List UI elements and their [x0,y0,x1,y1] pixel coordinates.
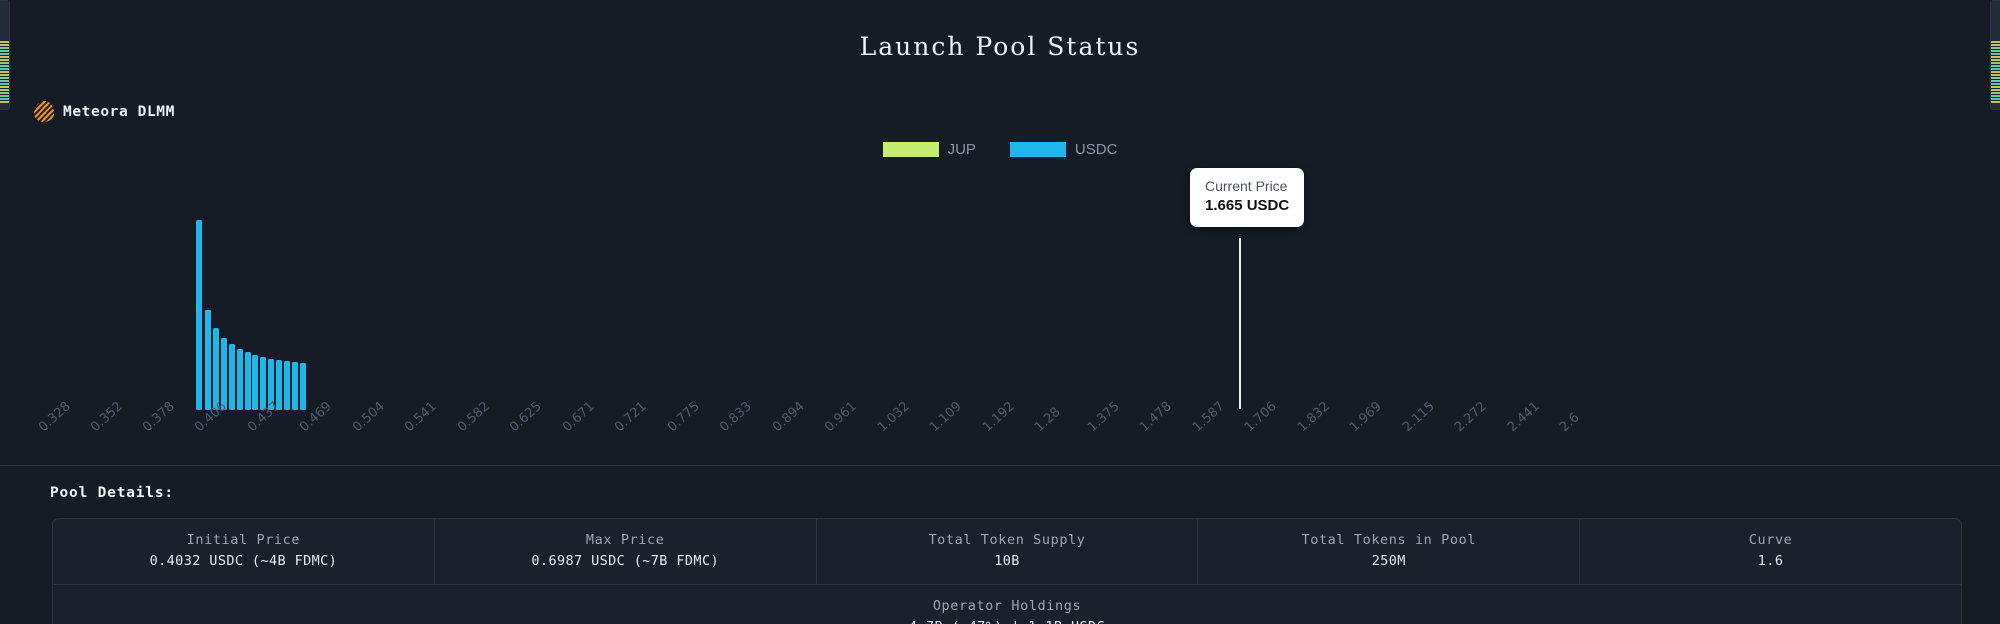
chart-bar[interactable] [245,352,251,410]
x-axis: 0.3280.3520.3780.4060.4370.4690.5040.541… [0,410,2000,464]
pool-details-table: Initial Price 0.4032 USDC (~4B FDMC) Max P… [52,518,1962,624]
table-cell: Max Price 0.6987 USDC (~7B FDMC) [434,519,816,584]
cell-label: Curve [1588,531,1953,550]
chart-bar[interactable] [213,328,219,410]
current-price-value: 1.665 USDC [1205,196,1289,216]
chart-bar[interactable] [205,310,211,410]
cell-value: 250M [1206,552,1571,571]
meteora-logo-icon [33,100,54,122]
cell-label: Total Tokens in Pool [1206,531,1571,550]
current-price-label: Current Price [1205,177,1289,196]
axis-separator [0,465,2000,466]
chart-bar[interactable] [237,349,243,410]
brand-badge: Meteora DLMM [34,101,175,122]
table-cell: Curve 1.6 [1579,519,1961,584]
table-cell: Total Token Supply 10B [816,519,1198,584]
table-row: Operator Holdings 4.7B (~47%) | 1.1B USDC [53,584,1961,624]
brand-label: Meteora DLMM [63,104,175,120]
page-title: Launch Pool Status [0,32,2000,61]
current-price-tooltip: Current Price 1.665 USDC [1190,168,1304,227]
table-cell: Total Tokens in Pool 250M [1197,519,1579,584]
chart-bar[interactable] [284,361,290,410]
chart-bar[interactable] [196,220,202,410]
table-row: Initial Price 0.4032 USDC (~4B FDMC) Max P… [53,519,1961,584]
chart-bar[interactable] [292,362,298,410]
chart-bar[interactable] [229,344,235,410]
x-axis-tick: 2.6 [1557,410,1582,435]
chart-bar[interactable] [221,338,227,410]
cell-label: Operator Holdings [61,597,1953,616]
x-axis-tick: 1.28 [1032,405,1064,436]
bar-chart-plot [0,155,2000,410]
cell-label: Total Token Supply [825,531,1190,550]
chart-bar[interactable] [260,357,266,410]
table-cell: Operator Holdings 4.7B (~47%) | 1.1B USDC [53,585,1961,624]
cell-label: Initial Price [61,531,426,550]
table-cell: Initial Price 0.4032 USDC (~4B FDMC) [53,519,434,584]
pool-details-heading: Pool Details: [50,485,174,501]
chart-bar[interactable] [300,363,306,410]
cell-value: 0.4032 USDC (~4B FDMC) [61,552,426,571]
current-price-line [1239,238,1241,409]
cell-label: Max Price [443,531,808,550]
cell-value: 4.7B (~47%) | 1.1B USDC [61,618,1953,624]
cell-value: 1.6 [1588,552,1953,571]
cell-value: 0.6987 USDC (~7B FDMC) [443,552,808,571]
cell-value: 10B [825,552,1190,571]
chart-bar[interactable] [252,355,258,410]
chart-bar[interactable] [276,360,282,410]
